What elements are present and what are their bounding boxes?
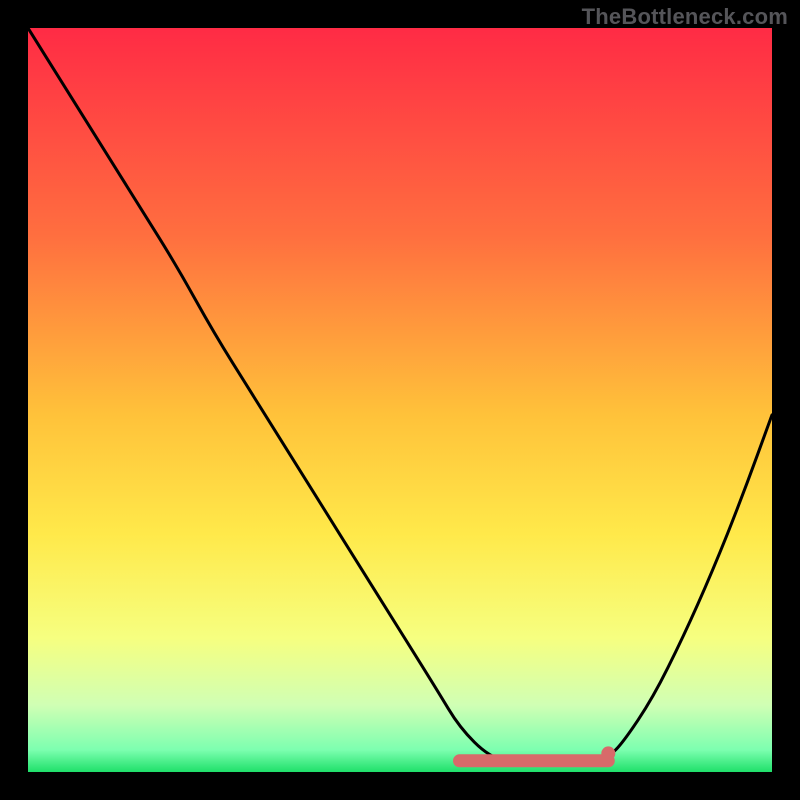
chart-svg	[28, 28, 772, 772]
attribution-label: TheBottleneck.com	[582, 4, 788, 30]
chart-frame: TheBottleneck.com	[0, 0, 800, 800]
marker-dot	[601, 746, 615, 760]
plot-area	[28, 28, 772, 772]
gradient-background	[28, 28, 772, 772]
